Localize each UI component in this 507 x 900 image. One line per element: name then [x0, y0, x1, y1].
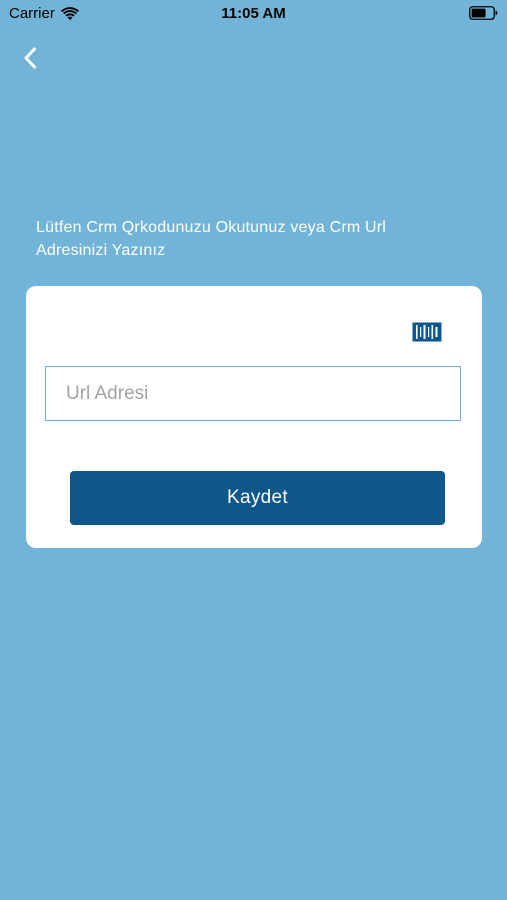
barcode-scan-button[interactable]	[412, 321, 442, 343]
save-button[interactable]: Kaydet	[70, 471, 445, 525]
url-form-card: Kaydet	[26, 286, 482, 548]
status-bar: Carrier 11:05 AM	[0, 0, 507, 28]
instruction-text: Lütfen Crm Qrkodunuzu Okutunuz veya Crm …	[36, 219, 387, 259]
back-button[interactable]	[14, 42, 46, 74]
battery-icon	[469, 6, 498, 20]
barcode-scan-icon	[412, 322, 442, 342]
status-time: 11:05 AM	[221, 5, 286, 22]
chevron-left-icon	[24, 47, 36, 69]
url-input[interactable]	[45, 366, 461, 421]
